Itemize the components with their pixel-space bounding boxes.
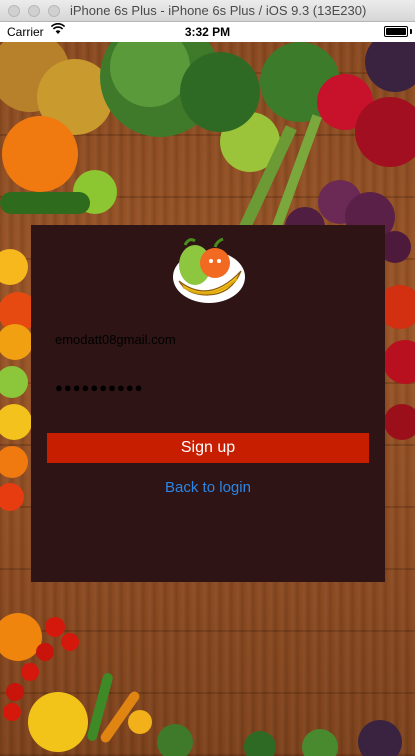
window-titlebar: iPhone 6s Plus - iPhone 6s Plus / iOS 9.…	[0, 0, 415, 22]
login-panel: Sign up Back to login	[31, 225, 385, 582]
fruit-logo-icon	[171, 233, 247, 305]
signup-button[interactable]: Sign up	[47, 433, 369, 463]
minimize-window-button[interactable]	[28, 5, 40, 17]
battery-tip	[410, 29, 412, 34]
status-bar: Carrier 3:32 PM	[0, 22, 415, 42]
zoom-window-button[interactable]	[48, 5, 60, 17]
app-background: Sign up Back to login	[0, 42, 415, 756]
window-title: iPhone 6s Plus - iPhone 6s Plus / iOS 9.…	[70, 3, 367, 18]
close-window-button[interactable]	[8, 5, 20, 17]
password-field[interactable]	[55, 373, 365, 401]
email-field[interactable]	[55, 325, 365, 353]
back-to-login-link[interactable]: Back to login	[31, 479, 385, 496]
battery-icon	[384, 26, 408, 37]
status-time: 3:32 PM	[184, 25, 231, 39]
